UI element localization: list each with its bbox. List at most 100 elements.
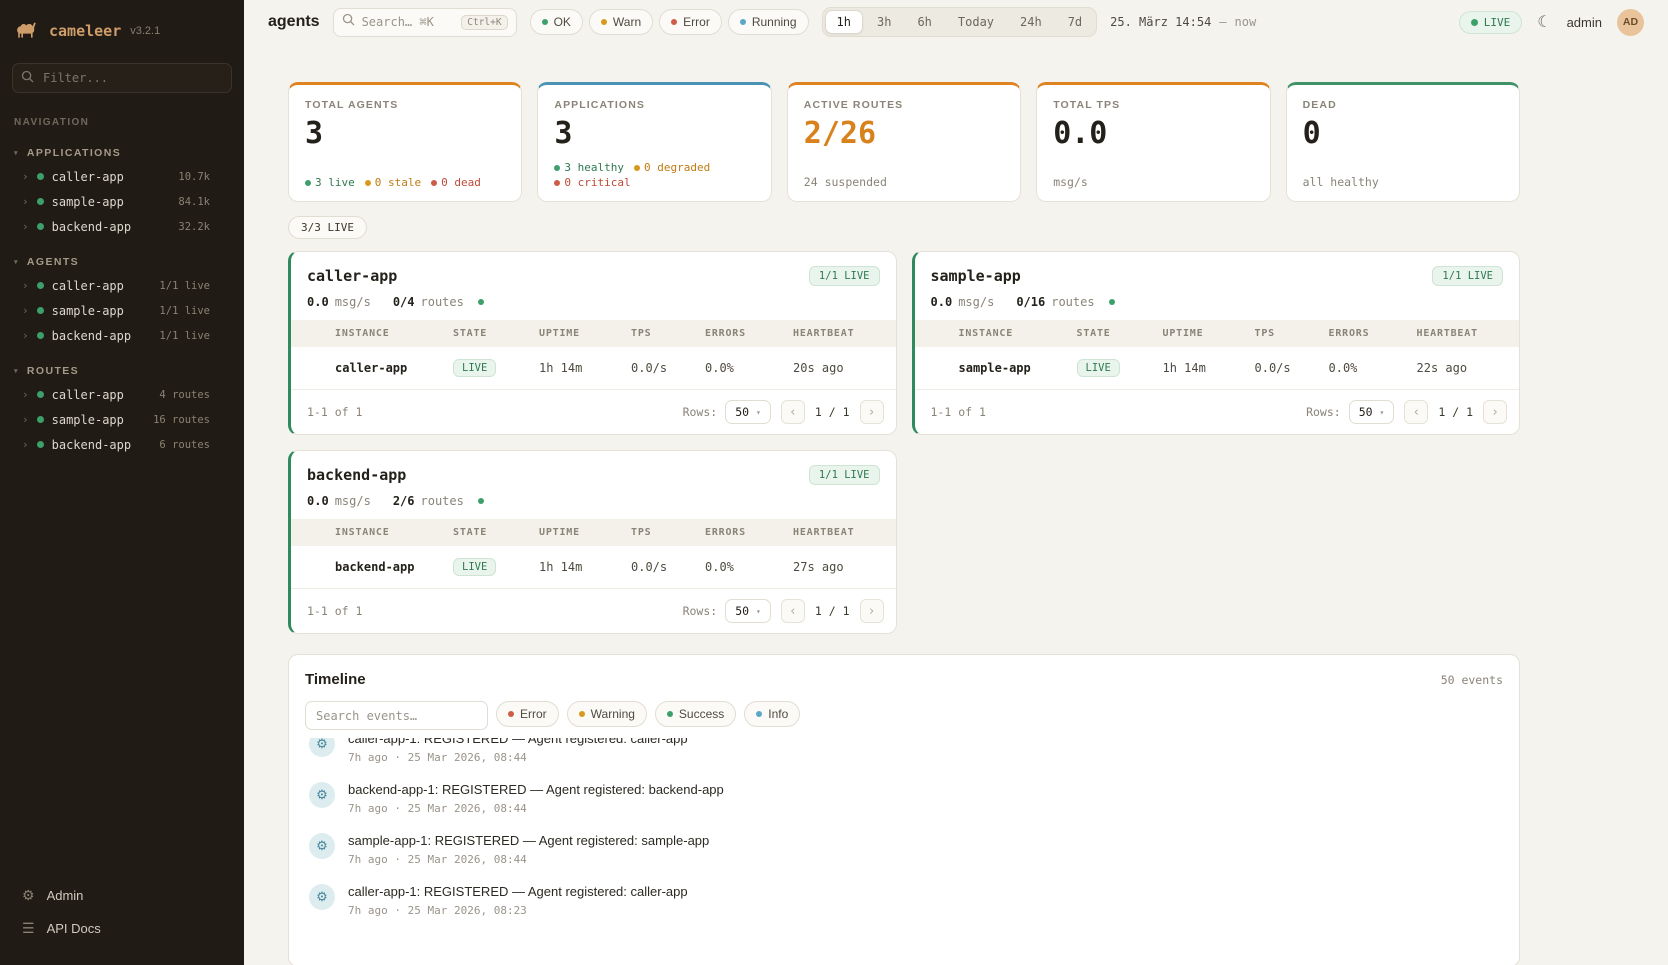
timeline-chip-error[interactable]: Error bbox=[496, 701, 559, 727]
caret-down-icon: ▾ bbox=[756, 408, 761, 417]
sidebar-item-agents-sample-app[interactable]: › sample-app 1/1 live bbox=[0, 298, 244, 323]
next-page-button[interactable]: › bbox=[1483, 400, 1507, 424]
table-row[interactable]: caller-app LIVE 1h 14m 0.0/s 0.0% 20s ag… bbox=[291, 347, 896, 390]
sidebar-item-label: sample-app bbox=[52, 304, 124, 318]
stat-value: 3 bbox=[554, 116, 754, 151]
stat-sub-label: 3 live bbox=[315, 176, 355, 189]
app-cards-grid: caller-app 1/1 LIVE 0.0 msg/s 0/4 routes bbox=[288, 251, 1520, 634]
tps-value: 0.0 bbox=[931, 295, 953, 309]
live-dot bbox=[1471, 19, 1478, 26]
timeline-event[interactable]: ⚙ caller-app-1: REGISTERED — Agent regis… bbox=[305, 738, 1503, 773]
error-status-dot bbox=[671, 19, 677, 25]
routes-value: 0/16 bbox=[1016, 295, 1045, 309]
sidebar-item-routes-caller-app[interactable]: › caller-app 4 routes bbox=[0, 382, 244, 407]
timeline-controls: Error Warning Success Info bbox=[305, 701, 1503, 730]
chevron-right-icon: › bbox=[22, 279, 29, 292]
sidebar-item-badge: 6 routes bbox=[159, 439, 210, 451]
stat-title: APPLICATIONS bbox=[554, 99, 754, 111]
rows-per-page-select[interactable]: 50 ▾ bbox=[725, 599, 771, 623]
filter-chip-ok[interactable]: OK bbox=[530, 9, 583, 35]
instance-name: sample-app bbox=[949, 347, 1067, 390]
app-card-title: sample-app bbox=[931, 267, 1021, 285]
timeline-event[interactable]: ⚙ caller-app-1: REGISTERED — Agent regis… bbox=[305, 875, 1503, 926]
uptime-cell: 1h 14m bbox=[529, 546, 621, 589]
search-icon bbox=[21, 70, 34, 88]
column-header-heartbeat: HEARTBEAT bbox=[783, 320, 896, 347]
timeline-event[interactable]: ⚙ backend-app-1: REGISTERED — Agent regi… bbox=[305, 773, 1503, 824]
sidebar-item-api-docs[interactable]: ☰ API Docs bbox=[0, 912, 244, 945]
sidebar-item-admin[interactable]: ⚙ Admin bbox=[0, 879, 244, 912]
caret-down-icon: ▾ bbox=[1380, 408, 1385, 417]
filter-input[interactable] bbox=[12, 63, 232, 93]
range-button-6h[interactable]: 6h bbox=[905, 10, 943, 34]
table-row[interactable]: backend-app LIVE 1h 14m 0.0/s 0.0% 27s a… bbox=[291, 546, 896, 589]
success-dot bbox=[667, 711, 673, 717]
stats-row: TOTAL AGENTS 3 3 live 0 stale 0 dead APP… bbox=[288, 82, 1520, 202]
sidebar-item-applications-backend-app[interactable]: › backend-app 32.2k bbox=[0, 214, 244, 239]
prev-page-button[interactable]: ‹ bbox=[781, 599, 805, 623]
stat-sub-label: 0 critical bbox=[564, 176, 630, 189]
next-page-button[interactable]: › bbox=[860, 599, 884, 623]
instances-table: INSTANCE STATE UPTIME TPS ERRORS HEARTBE… bbox=[291, 320, 896, 390]
section-header-applications[interactable]: ▾ APPLICATIONS bbox=[0, 142, 244, 164]
avatar[interactable]: AD bbox=[1617, 9, 1644, 36]
filter-chip-warn[interactable]: Warn bbox=[589, 9, 653, 35]
range-button-1h[interactable]: 1h bbox=[825, 10, 863, 34]
stat-title: DEAD bbox=[1303, 99, 1503, 111]
timeline-chip-info[interactable]: Info bbox=[744, 701, 800, 727]
timeline-event-list[interactable]: ⚙ caller-app-1: REGISTERED — Agent regis… bbox=[305, 738, 1503, 965]
app-card-backend-app: backend-app 1/1 LIVE 0.0 msg/s 2/6 route… bbox=[288, 450, 897, 634]
section-header-agents[interactable]: ▾ AGENTS bbox=[0, 251, 244, 273]
stat-sub-label: 0 degraded bbox=[644, 161, 710, 174]
app-health-dot bbox=[1109, 299, 1115, 305]
event-title: caller-app-1: REGISTERED — Agent registe… bbox=[348, 738, 688, 746]
column-header-state: STATE bbox=[443, 320, 529, 347]
timeline-chip-warning[interactable]: Warning bbox=[567, 701, 647, 727]
filter-chip-running[interactable]: Running bbox=[728, 9, 809, 35]
sidebar-item-agents-backend-app[interactable]: › backend-app 1/1 live bbox=[0, 323, 244, 348]
sidebar-item-applications-caller-app[interactable]: › caller-app 10.7k bbox=[0, 164, 244, 189]
live-label: LIVE bbox=[1484, 16, 1511, 29]
running-status-dot bbox=[740, 19, 746, 25]
prev-page-button[interactable]: ‹ bbox=[1404, 400, 1428, 424]
global-search-input[interactable]: Search… ⌘K Ctrl+K bbox=[333, 8, 517, 37]
filter-chip-error[interactable]: Error bbox=[659, 9, 722, 35]
warning-dot bbox=[579, 711, 585, 717]
timeline-chip-success[interactable]: Success bbox=[655, 701, 736, 727]
range-button-today[interactable]: Today bbox=[946, 10, 1006, 34]
instances-table: INSTANCE STATE UPTIME TPS ERRORS HEARTBE… bbox=[915, 320, 1520, 390]
sidebar-item-applications-sample-app[interactable]: › sample-app 84.1k bbox=[0, 189, 244, 214]
next-page-button[interactable]: › bbox=[860, 400, 884, 424]
table-row[interactable]: sample-app LIVE 1h 14m 0.0/s 0.0% 22s ag… bbox=[915, 347, 1520, 390]
sidebar-item-label: sample-app bbox=[52, 413, 124, 427]
section-header-routes[interactable]: ▾ ROUTES bbox=[0, 360, 244, 382]
stat-sub-label: 0 dead bbox=[441, 176, 481, 189]
tps-cell: 0.0/s bbox=[621, 546, 695, 589]
chip-label: Error bbox=[520, 707, 547, 721]
sidebar-item-routes-sample-app[interactable]: › sample-app 16 routes bbox=[0, 407, 244, 432]
event-timestamp: 7h ago · 25 Mar 2026, 08:44 bbox=[348, 853, 709, 866]
timeline-search-input[interactable] bbox=[305, 701, 488, 730]
dark-mode-toggle-icon[interactable]: ☾ bbox=[1537, 12, 1551, 32]
username-label: admin bbox=[1567, 15, 1602, 30]
rows-per-page-select[interactable]: 50 ▾ bbox=[725, 400, 771, 424]
range-button-3h[interactable]: 3h bbox=[865, 10, 903, 34]
sidebar-item-routes-backend-app[interactable]: › backend-app 6 routes bbox=[0, 432, 244, 457]
column-header-errors: ERRORS bbox=[1319, 320, 1407, 347]
prev-page-button[interactable]: ‹ bbox=[781, 400, 805, 424]
column-header-heartbeat: HEARTBEAT bbox=[783, 519, 896, 546]
status-dot bbox=[37, 307, 44, 314]
navigation-label: NAVIGATION bbox=[0, 101, 244, 130]
content-scroll-area[interactable]: TOTAL AGENTS 3 3 live 0 stale 0 dead APP… bbox=[244, 44, 1668, 965]
live-toggle[interactable]: LIVE bbox=[1459, 11, 1523, 34]
timeline-event[interactable]: ⚙ sample-app-1: REGISTERED — Agent regis… bbox=[305, 824, 1503, 875]
error-dot bbox=[508, 711, 514, 717]
rows-per-page-select[interactable]: 50 ▾ bbox=[1349, 400, 1395, 424]
range-button-7d[interactable]: 7d bbox=[1056, 10, 1094, 34]
sidebar-item-agents-caller-app[interactable]: › caller-app 1/1 live bbox=[0, 273, 244, 298]
range-button-24h[interactable]: 24h bbox=[1008, 10, 1054, 34]
chip-label: Success bbox=[679, 707, 724, 721]
column-header-instance: INSTANCE bbox=[949, 320, 1067, 347]
sidebar-item-label: caller-app bbox=[52, 279, 124, 293]
state-badge: LIVE bbox=[453, 558, 496, 576]
